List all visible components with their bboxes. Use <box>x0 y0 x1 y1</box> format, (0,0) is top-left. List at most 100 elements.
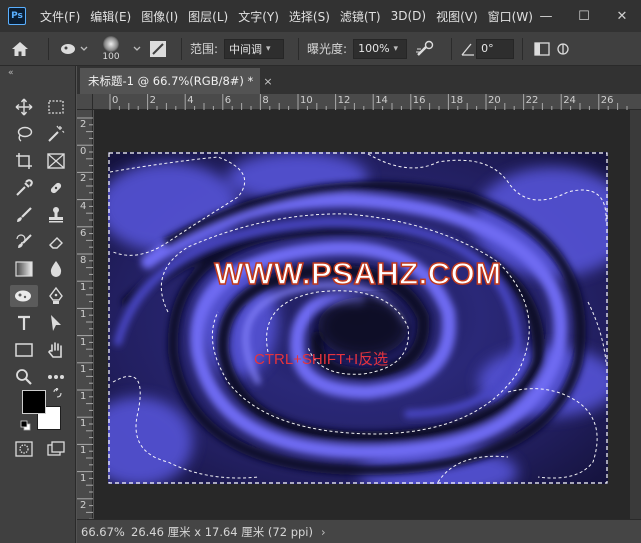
document-canvas[interactable]: WWW.PSAHZ.COM CTRL+SHIFT+I反选 <box>108 152 608 484</box>
vertical-scrollbar[interactable] <box>630 110 641 519</box>
collapse-panel-icon[interactable]: « <box>8 68 14 78</box>
pressure-size-icon[interactable] <box>553 41 573 57</box>
eyedropper-tool-icon[interactable] <box>12 177 36 199</box>
ruler-label: 1 <box>80 309 87 321</box>
exposure-field[interactable]: 100% ▾ <box>353 38 408 59</box>
pen-tool-icon[interactable] <box>44 285 68 307</box>
angle-value: 0° <box>481 42 494 55</box>
foreground-color-swatch[interactable] <box>22 390 46 414</box>
ruler-label: 1 <box>80 282 87 294</box>
range-value: 中间调 <box>229 42 263 56</box>
stamp-tool-icon[interactable] <box>44 204 68 226</box>
ruler-label: 2 <box>80 173 87 185</box>
document-size: 26.46 厘米 x 17.64 厘米 (72 ppi) <box>131 524 313 539</box>
ruler-label: 22 <box>525 95 539 106</box>
sponge-tool-icon[interactable] <box>10 285 38 307</box>
ruler-label: 1 <box>80 391 87 402</box>
zoom-level[interactable]: 66.67% <box>77 525 125 539</box>
menu-view[interactable]: 视图(V) <box>436 8 478 25</box>
move-tool-icon[interactable] <box>12 96 36 118</box>
ruler-origin[interactable] <box>77 94 93 110</box>
ruler-label: 1 <box>80 472 87 484</box>
horizontal-ruler[interactable]: 0 2 4 6 8 10 12 14 16 18 20 22 24 26 <box>77 94 641 110</box>
menu-image[interactable]: 图像(I) <box>141 8 178 25</box>
document-tab-bar: 未标题-1 @ 66.7%(RGB/8#) * × <box>77 66 641 94</box>
path-selection-tool-icon[interactable] <box>44 312 68 334</box>
ruler-label: 16 <box>412 95 426 106</box>
blur-tool-icon[interactable] <box>44 258 68 280</box>
close-tab-icon[interactable]: × <box>263 75 272 88</box>
frame-tool-icon[interactable] <box>44 150 68 172</box>
separator <box>181 37 182 60</box>
status-menu-arrow-icon[interactable]: › <box>321 525 326 539</box>
separator <box>298 37 300 60</box>
menu-file[interactable]: 文件(F) <box>40 8 80 25</box>
close-button[interactable]: ✕ <box>603 0 641 32</box>
menu-edit[interactable]: 编辑(E) <box>90 8 131 25</box>
swirl-image <box>108 152 608 484</box>
ruler-label: 0 <box>80 146 87 158</box>
watermark-text: WWW.PSAHZ.COM <box>214 255 502 292</box>
document-tab[interactable]: 未标题-1 @ 66.7%(RGB/8#) * × <box>80 68 273 94</box>
screen-mode-icon[interactable] <box>44 438 68 460</box>
ruler-label: 2 <box>80 119 87 130</box>
home-icon[interactable] <box>0 32 40 66</box>
ruler-label: 24 <box>563 95 576 106</box>
menu-select[interactable]: 选择(S) <box>289 8 330 25</box>
brush-tool-icon[interactable] <box>12 204 36 226</box>
type-tool-icon[interactable] <box>12 312 36 334</box>
brush-size-picker[interactable]: 100 <box>91 32 131 66</box>
document-tab-title: 未标题-1 @ 66.7%(RGB/8#) * <box>88 74 254 88</box>
ruler-label: 6 <box>80 227 87 239</box>
sponge-tool-preset-icon[interactable] <box>57 42 91 56</box>
ruler-label: 4 <box>80 200 87 212</box>
chevron-down-icon: ▾ <box>393 43 399 54</box>
healing-brush-tool-icon[interactable] <box>44 177 68 199</box>
brush-settings-panel-icon[interactable] <box>143 40 173 58</box>
gradient-tool-icon[interactable] <box>12 258 36 280</box>
menu-type[interactable]: 文字(Y) <box>238 8 279 25</box>
ruler-label: 0 <box>112 95 119 106</box>
ruler-label: 1 <box>80 363 87 375</box>
menu-bar: Ps 文件(F) 编辑(E) 图像(I) 图层(L) 文字(Y) 选择(S) 滤… <box>0 0 641 32</box>
magic-wand-tool-icon[interactable] <box>44 123 68 145</box>
angle-field[interactable]: 0° <box>476 38 515 59</box>
ruler-label: 6 <box>224 95 232 106</box>
range-select[interactable]: 中间调 ▾ <box>224 38 285 59</box>
history-brush-tool-icon[interactable] <box>12 231 36 253</box>
ruler-label: 1 <box>80 336 87 348</box>
ruler-label: 10 <box>300 95 313 106</box>
vertical-ruler[interactable]: 2 0 2 4 6 8 1 1 1 1 1 1 1 1 2 <box>77 110 93 519</box>
more-tools-icon[interactable] <box>44 366 68 388</box>
separator <box>451 37 453 60</box>
marquee-tool-icon[interactable] <box>44 96 68 118</box>
protect-tones-icon[interactable] <box>531 41 553 56</box>
eraser-tool-icon[interactable] <box>44 231 68 253</box>
airbrush-icon[interactable] <box>407 40 443 58</box>
options-bar: 100 范围: 中间调 ▾ 曝光度: 100% ▾ 0° <box>0 32 641 66</box>
lasso-tool-icon[interactable] <box>12 123 36 145</box>
quick-mask-icon[interactable] <box>12 438 36 460</box>
brush-chevron-down-icon[interactable] <box>131 46 143 52</box>
ruler-label: 14 <box>375 95 388 106</box>
brush-tip-icon <box>103 35 119 52</box>
ruler-label: 8 <box>262 95 269 106</box>
range-label: 范围: <box>190 42 219 56</box>
ruler-label: 4 <box>187 95 194 106</box>
rectangle-tool-icon[interactable] <box>12 339 36 361</box>
crop-tool-icon[interactable] <box>12 150 36 172</box>
menu-layer[interactable]: 图层(L) <box>188 8 228 25</box>
menu-filter[interactable]: 滤镜(T) <box>340 8 381 25</box>
tools-panel: « <box>0 66 76 543</box>
menu-3d[interactable]: 3D(D) <box>391 9 426 23</box>
ruler-label: 20 <box>488 95 501 106</box>
horizontal-ruler-ticks <box>109 94 628 110</box>
zoom-tool-icon[interactable] <box>12 366 36 388</box>
minimize-button[interactable]: — <box>527 0 565 32</box>
swap-colors-icon[interactable] <box>52 387 63 402</box>
shortcut-hint-text: CTRL+SHIFT+I反选 <box>254 351 389 368</box>
maximize-button[interactable]: ☐ <box>565 0 603 32</box>
default-colors-icon[interactable] <box>20 420 31 434</box>
hand-tool-icon[interactable] <box>44 339 68 361</box>
angle-icon <box>460 42 476 56</box>
